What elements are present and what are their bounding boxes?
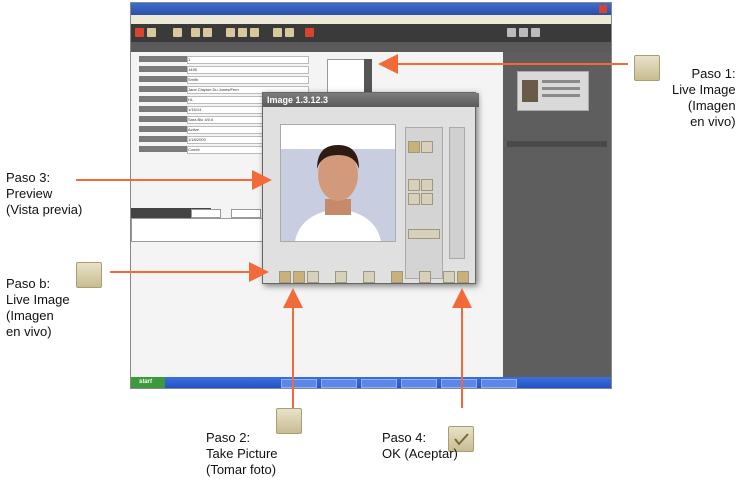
step3-annotation: Paso 3: Preview (Vista previa) bbox=[6, 170, 82, 218]
step4-line1: Paso 4: bbox=[382, 430, 427, 445]
step3-line2: Preview bbox=[6, 186, 53, 201]
stepb-line4: en vivo) bbox=[6, 324, 52, 339]
step3-line1: Paso 3: bbox=[6, 170, 51, 185]
step2-line1: Paso 2: bbox=[206, 430, 251, 445]
step2-line3: (Tomar foto) bbox=[206, 462, 277, 477]
stepb-line1: Paso b: bbox=[6, 276, 51, 291]
take-picture-icon bbox=[276, 408, 302, 434]
step1-line4: en vivo) bbox=[690, 114, 736, 129]
live-image-icon bbox=[634, 55, 660, 81]
stepb-line3: (Imagen bbox=[6, 308, 54, 323]
step3-line3: (Vista previa) bbox=[6, 202, 83, 217]
stepb-line2: Live Image bbox=[6, 292, 70, 307]
step1-annotation: Paso 1: Live Image (Imagen en vivo) bbox=[672, 66, 736, 130]
step1-line2: Live Image bbox=[672, 82, 736, 97]
step2-annotation: Paso 2: Take Picture (Tomar foto) bbox=[206, 430, 278, 478]
step2-line2: Take Picture bbox=[206, 446, 278, 461]
live-image-icon bbox=[76, 262, 102, 288]
step1-line3: (Imagen bbox=[687, 98, 736, 113]
step4-line2: OK (Aceptar) bbox=[382, 446, 458, 461]
step4-annotation: Paso 4: OK (Aceptar) bbox=[382, 430, 458, 462]
step1-line1: Paso 1: bbox=[691, 66, 736, 81]
stepb-annotation: Paso b: Live Image (Imagen en vivo) bbox=[6, 276, 70, 340]
